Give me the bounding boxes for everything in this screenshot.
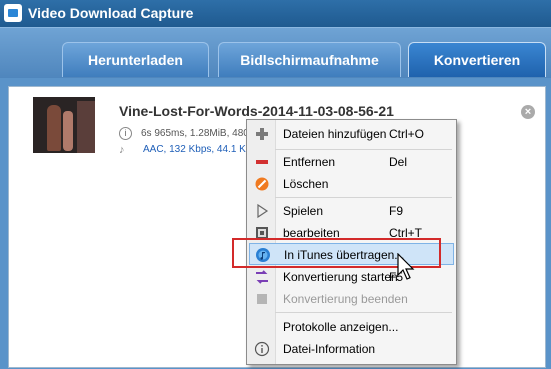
menu-item-loeschen[interactable]: Löschen (249, 173, 454, 195)
menu-item-spielen[interactable]: Spielen F9 (249, 200, 454, 222)
tab-herunterladen[interactable]: Herunterladen (62, 42, 209, 77)
play-icon (257, 203, 269, 219)
delete-icon (255, 177, 269, 191)
video-title: Vine-Lost-For-Words-2014-11-03-08-56-21 (119, 103, 394, 119)
info-icon: i (119, 127, 132, 140)
menu-item-dateien-hinzufuegen[interactable]: Dateien hinzufügen Ctrl+O (249, 123, 454, 145)
menu-item-entfernen[interactable]: Entfernen Del (249, 151, 454, 173)
menu-item-protokolle[interactable]: Protokolle anzeigen... (249, 316, 454, 338)
convert-icon (256, 270, 268, 284)
menu-item-konvertierung-beenden[interactable]: Konvertierung beenden (249, 288, 454, 310)
mouse-cursor-icon (397, 253, 415, 280)
tab-bar: Herunterladen Bidlschirmaufnahme Konvert… (0, 27, 551, 78)
app-title: Video Download Capture (28, 5, 194, 21)
tab-bildschirmaufnahme[interactable]: Bidlschirmaufnahme (218, 42, 401, 77)
plus-icon (256, 128, 268, 140)
title-bar: Video Download Capture (0, 0, 551, 27)
speaker-icon: ♪ (119, 144, 125, 156)
minus-icon (256, 160, 268, 164)
stop-icon (257, 294, 267, 304)
video-thumbnail (33, 97, 95, 153)
remove-item-icon[interactable]: × (521, 105, 535, 119)
video-meta: 6s 965ms, 1.28MiB, 480x (141, 128, 254, 139)
menu-item-konvertierung-starten[interactable]: Konvertierung starten F5 (249, 266, 454, 288)
info-icon (254, 341, 270, 357)
tab-konvertieren[interactable]: Konvertieren (408, 42, 546, 77)
menu-item-datei-information[interactable]: Datei-Information (249, 338, 454, 360)
audio-meta: AAC, 132 Kbps, 44.1 Kh (143, 144, 252, 155)
app-icon (4, 4, 22, 22)
